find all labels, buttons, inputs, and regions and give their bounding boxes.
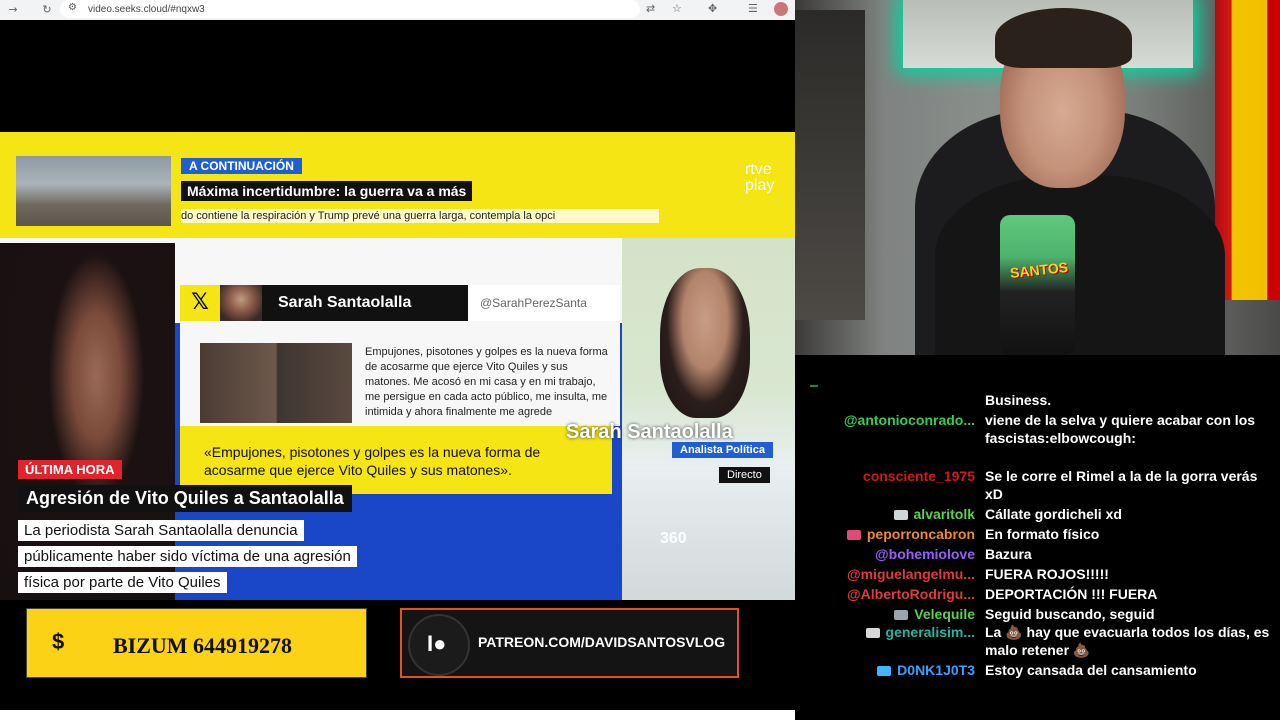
patreon-mark-icon: I●	[427, 631, 447, 656]
post-photos	[200, 343, 352, 423]
chat-username[interactable]: consciente_1975	[863, 467, 975, 485]
display-shelf	[795, 10, 865, 320]
chat-text: Seguid buscando, seguid	[985, 606, 1155, 622]
chat-text: FUERA ROJOS!!!!!	[985, 566, 1109, 582]
reporter-name: Sarah Santaolalla	[566, 421, 733, 443]
social-post-body: Empujones, pisotones y golpes es la nuev…	[180, 321, 620, 426]
bookmark-star-icon[interactable]: ☆	[672, 2, 682, 15]
breaking-news-label: ÚLTIMA HORA	[18, 460, 122, 479]
lower-third-title: Agresión de Vito Quiles a Santaolalla	[18, 485, 352, 512]
post-handle: @SarahPerezSanta	[480, 296, 587, 310]
chat-text: Business.	[985, 392, 1052, 408]
crown-icon	[877, 666, 892, 677]
quote-text: «Empujones, pisotones y golpes es la nue…	[204, 444, 541, 478]
next-program-thumbnail	[16, 156, 171, 226]
chat-username[interactable]: Velequile	[894, 605, 975, 623]
lower-third-line: públicamente haber sido víctima de una a…	[18, 546, 357, 567]
bizum-text: BIZUM 644919278	[113, 633, 293, 658]
dollar-icon: $	[52, 629, 65, 654]
chat-username[interactable]: @antonioconrado...	[844, 411, 975, 429]
post-author: Sarah Santaolalla	[262, 285, 468, 321]
chat-username[interactable]: @AlbertoRodrigu...	[847, 585, 975, 603]
chat-text: viene de la selva y quiere acabar con lo…	[985, 412, 1256, 446]
chat-text: Estoy cansada del cansamiento	[985, 662, 1197, 678]
logo-bottom: play	[745, 177, 775, 194]
reading-list-icon[interactable]: ☰	[748, 2, 758, 15]
extensions-icon[interactable]: ✥	[708, 2, 717, 15]
chat-text: DEPORTACIÓN !!! FUERA	[985, 586, 1158, 602]
chat-text: La 💩 hay que evacuarla todos los días, e…	[985, 624, 1270, 658]
news-banner: A CONTINUACIÓN Máxima incertidumbre: la …	[0, 132, 795, 238]
chat-text: En formato físico	[985, 526, 1100, 542]
site-settings-icon[interactable]: ⚙	[68, 2, 77, 13]
chat-username[interactable]: @bohemiolove	[875, 545, 975, 563]
news-ticker: do contiene la respiración y Trump prevé…	[181, 209, 659, 223]
reload-icon[interactable]: ↻	[40, 3, 54, 17]
diamond-icon	[893, 510, 908, 521]
quote-box: «Empujones, pisotones y golpes es la nue…	[180, 426, 612, 494]
broadcast-scene: 𝕏 Sarah Santaolalla @SarahPerezSanta Emp…	[0, 238, 795, 623]
banner-headline: Máxima incertidumbre: la guerra va a más	[181, 181, 473, 201]
forward-icon[interactable]: →	[6, 3, 20, 17]
profile-avatar[interactable]	[774, 2, 788, 16]
author-avatar	[220, 285, 262, 321]
lower-third-line: La periodista Sarah Santaolalla denuncia	[18, 520, 304, 541]
rtve-play-logo: rtve play	[745, 162, 774, 194]
chat-username[interactable]: alvaritolk	[893, 505, 975, 523]
chat-username[interactable]: @miguelangelmu...	[847, 565, 975, 583]
tools-icon	[894, 610, 909, 621]
next-label: A CONTINUACIÓN	[181, 158, 302, 174]
chat-username[interactable]: peporroncabron	[846, 525, 975, 543]
microphone	[1000, 215, 1075, 355]
x-logo-icon: 𝕏	[180, 285, 220, 321]
live-badge: Directo	[719, 467, 770, 483]
lower-third-line: física por parte de Vito Quiles	[18, 572, 227, 593]
url-text[interactable]: video.seeks.cloud/#nqxw3	[88, 4, 205, 15]
logo-top: rtve	[745, 161, 772, 178]
chat-username[interactable]: D0NK1J0T3	[877, 661, 975, 679]
chat-text: Bazura	[985, 546, 1032, 562]
chat-indicator	[810, 385, 818, 387]
patreon-url: PATREON.COM/DAVIDSANTOSVLOG	[478, 634, 726, 650]
translate-icon[interactable]: ⇄	[646, 2, 655, 15]
chat-panel: Business. @antonioconrado... viene de la s…	[795, 355, 1280, 720]
address-bar[interactable]: ⚙ video.seeks.cloud/#nqxw3	[60, 0, 640, 18]
social-post-header: 𝕏 Sarah Santaolalla @SarahPerezSanta	[180, 285, 620, 321]
reporter-role: Analista Política	[672, 442, 773, 458]
envelope-icon	[846, 530, 861, 541]
patreon-panel: I● PATREON.COM/DAVIDSANTOSVLOG	[400, 608, 739, 678]
webcam-feed: SANTOS	[795, 0, 1280, 355]
chat-text: Cállate gordicheli xd	[985, 506, 1122, 522]
video-player[interactable]: A CONTINUACIÓN Máxima incertidumbre: la …	[0, 20, 795, 710]
chat-text: Se le corre el Rimel a la de la gorra ve…	[985, 468, 1258, 502]
browser-toolbar: → ↻ ⚙ video.seeks.cloud/#nqxw3 ⇄ ☆ ✥ ☰	[0, 0, 795, 20]
reporter-face	[660, 268, 750, 418]
streamer-body	[935, 175, 1225, 355]
post-text: Empujones, pisotones y golpes es la nuev…	[365, 346, 608, 418]
eye-icon	[865, 628, 880, 639]
streamer-hair	[995, 8, 1132, 68]
chat-username[interactable]: generalisim...	[865, 623, 975, 641]
page-bottom-gutter	[0, 710, 795, 720]
patreon-logo-icon: I●	[408, 614, 470, 676]
bizum-panel: $ BIZUM 644919278	[26, 608, 367, 678]
channel-360-logo: 360	[660, 530, 687, 547]
